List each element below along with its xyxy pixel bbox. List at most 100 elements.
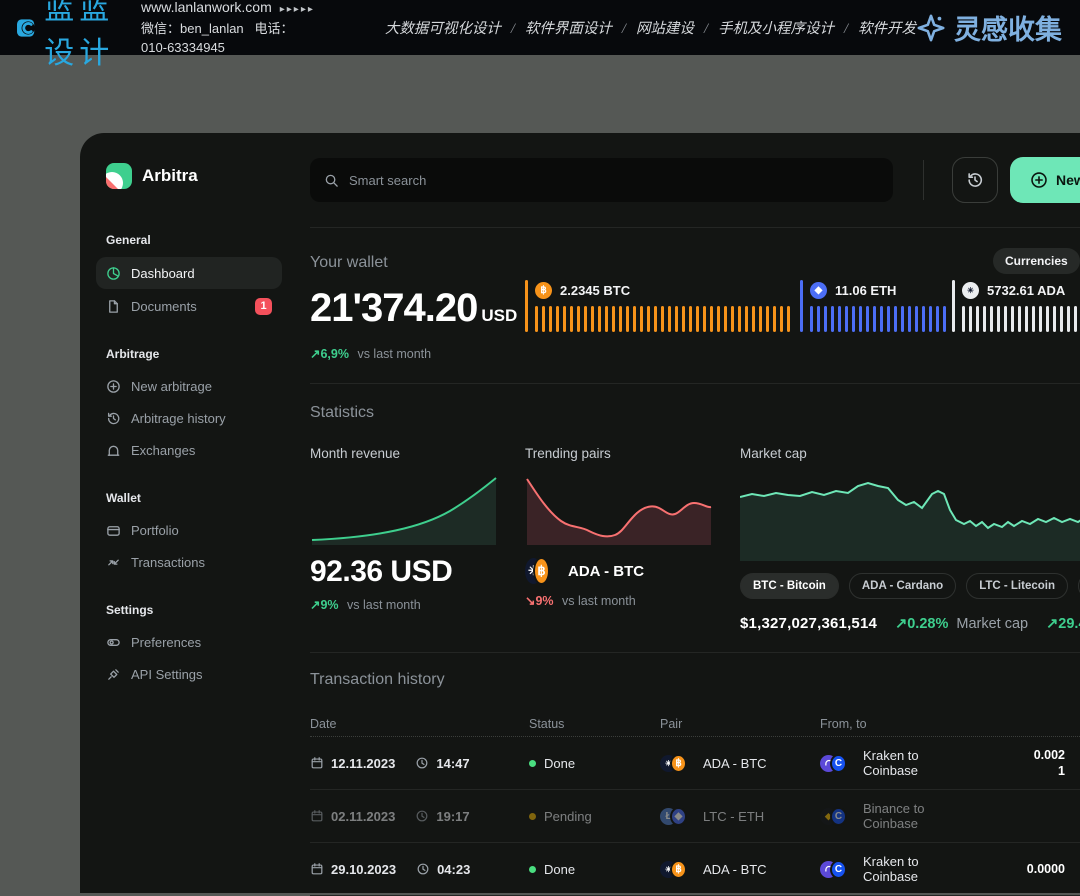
statistics-section: Statistics Month revenue 92.36 USD ↗9% v… xyxy=(310,384,1080,653)
banner-arrows: ▸▸▸▸▸ xyxy=(280,4,315,15)
transaction-history-section: Transaction history Date Status Pair Fro… xyxy=(310,653,1080,896)
sidebar-item-new-arbitrage[interactable]: New arbitrage xyxy=(96,371,282,401)
pill-ada-cardano[interactable]: ADA - Cardano xyxy=(849,573,956,599)
toggle-icon xyxy=(106,635,121,650)
banner-url[interactable]: www.lanlanwork.com xyxy=(141,0,272,15)
calendar-icon xyxy=(310,756,324,770)
history-button[interactable] xyxy=(952,157,998,203)
coinbase-icon: C xyxy=(830,807,847,826)
eth-allocation-bars xyxy=(810,306,952,332)
topbar: New arbitrage xyxy=(310,157,1080,203)
sidebar-item-api-settings[interactable]: API Settings xyxy=(96,659,282,689)
balance-currency: USD xyxy=(481,306,517,325)
holding-label: 2.2345 BTC xyxy=(560,283,630,298)
wallet-view-toggle: Currencies Exchanges xyxy=(993,248,1080,274)
pill-btc-bitcoin[interactable]: BTC - Bitcoin xyxy=(740,573,839,599)
arbitra-dashboard-window: Arbitra General Dashboard Documents 1 Ar… xyxy=(80,133,1080,893)
banner-contact: www.lanlanwork.com▸▸▸▸▸ 微信：ben_lanlan 电话… xyxy=(141,0,315,57)
plus-circle-icon xyxy=(106,379,121,394)
search-input[interactable] xyxy=(349,173,879,188)
sidebar-item-label: New arbitrage xyxy=(131,379,212,394)
wallet-icon xyxy=(106,523,121,538)
col-status: Status xyxy=(529,717,660,731)
tx-date: 29.10.2023 04:23 xyxy=(310,862,529,877)
pie-chart-icon xyxy=(106,266,121,281)
search-box[interactable] xyxy=(310,158,893,202)
trending-pair-label: ADA - BTC xyxy=(568,563,644,580)
table-header: Date Status Pair From, to xyxy=(310,711,1080,737)
holding-eth[interactable]: ◆11.06 ETH xyxy=(800,280,952,361)
inspiration-label: 灵感收集 xyxy=(954,8,1062,47)
tx-route: C Kraken to Coinbase xyxy=(820,748,970,778)
app-logo[interactable]: Arbitra xyxy=(106,163,272,189)
month-revenue-chart xyxy=(310,475,497,545)
plus-circle-icon xyxy=(1030,171,1048,189)
section-divider xyxy=(310,383,1080,384)
clock-rewind-icon xyxy=(106,411,121,426)
swap-arrows-icon xyxy=(106,555,121,570)
ethereum-icon: ◆ xyxy=(810,282,827,299)
sidebar-item-label: Documents xyxy=(131,299,197,314)
sidebar-item-documents[interactable]: Documents 1 xyxy=(96,291,282,321)
coinbase-icon: C xyxy=(830,754,847,773)
wallet-title: Your wallet xyxy=(310,254,1080,272)
inspiration-link[interactable]: 灵感收集 xyxy=(916,8,1062,47)
sidebar-item-label: API Settings xyxy=(131,667,203,682)
table-row[interactable]: 29.10.2023 04:23 Done ✳ ฿ ADA - BTC C Kr… xyxy=(310,843,1080,896)
wallet-change: ↗6,9% vs last month xyxy=(310,346,525,361)
statistics-title: Statistics xyxy=(310,404,1080,422)
month-revenue-card: Month revenue 92.36 USD ↗9% vs last mont… xyxy=(310,446,497,632)
search-icon xyxy=(324,173,339,188)
clock-icon xyxy=(415,809,429,823)
documents-badge: 1 xyxy=(255,298,272,315)
site-banner: 蓝蓝设计 www.lanlanwork.com▸▸▸▸▸ 微信：ben_lanl… xyxy=(0,0,1080,55)
table-row[interactable]: 12.11.2023 14:47 Done ✳ ฿ ADA - BTC C Kr… xyxy=(310,737,1080,790)
trending-pair[interactable]: ✳ ฿ ADA - BTC xyxy=(525,557,712,585)
calendar-icon xyxy=(310,862,324,876)
banner-wechat: 微信：ben_lanlan xyxy=(141,21,244,36)
trending-pairs-card: Trending pairs ✳ ฿ ADA - BTC ↘9% vs last… xyxy=(525,446,712,632)
new-arbitrage-label: New arbitrage xyxy=(1056,172,1080,188)
sidebar-section-general: General xyxy=(106,233,272,247)
clock-rewind-icon xyxy=(966,171,984,189)
sidebar-section-settings: Settings xyxy=(106,603,272,617)
page-background: Arbitra General Dashboard Documents 1 Ar… xyxy=(0,55,1080,867)
currencies-toggle[interactable]: Currencies xyxy=(993,248,1080,274)
tx-pair: ✳ ฿ ADA - BTC xyxy=(660,860,820,879)
ethereum-icon: ◆ xyxy=(670,807,687,826)
trending-change: ↘9% vs last month xyxy=(525,593,712,608)
bitcoin-icon: ฿ xyxy=(535,282,552,299)
holding-ada[interactable]: ✳5732.61 ADA xyxy=(952,280,1080,361)
table-row[interactable]: 02.11.2023 19:17 Pending Ł ◆ LTC - ETH ◆… xyxy=(310,790,1080,843)
col-from-to: From, to xyxy=(820,717,970,731)
arbitra-logo-icon xyxy=(106,163,132,189)
new-arbitrage-button[interactable]: New arbitrage xyxy=(1010,157,1080,203)
tx-amount: 0.002 1 xyxy=(970,747,1065,779)
col-date: Date xyxy=(310,717,529,731)
pill-ltc-litecoin[interactable]: LTC - Litecoin xyxy=(966,573,1068,599)
tx-amount: 0.0000 xyxy=(970,861,1065,877)
banner-services: 大数据可视化设计/软件界面设计/网站建设/手机及小程序设计/软件开发 xyxy=(385,17,916,38)
sidebar-item-dashboard[interactable]: Dashboard xyxy=(96,257,282,289)
btc-allocation-bars xyxy=(535,306,800,332)
sidebar-item-arbitrage-history[interactable]: Arbitrage history xyxy=(96,403,282,433)
clock-icon xyxy=(416,862,430,876)
tx-date: 12.11.2023 14:47 xyxy=(310,756,529,771)
tx-route: C Kraken to Coinbase xyxy=(820,854,970,884)
sidebar-item-label: Portfolio xyxy=(131,523,179,538)
wallet-section: Your wallet Currencies Exchanges 21'374.… xyxy=(310,228,1080,384)
main-content: New arbitrage Your wallet Currencies Exc… xyxy=(290,133,1080,893)
wallet-change-value: ↗6,9% xyxy=(310,347,349,361)
clock-icon xyxy=(415,756,429,770)
sidebar-item-exchanges[interactable]: Exchanges xyxy=(96,435,282,465)
sidebar-item-preferences[interactable]: Preferences xyxy=(96,627,282,657)
plug-icon xyxy=(106,667,121,682)
tx-status: Done xyxy=(529,862,660,877)
app-name: Arbitra xyxy=(142,166,198,186)
wallet-holdings: ฿ 2.2345 BTC ◆11.06 ETH ✳5732.61 ADA xyxy=(525,280,1080,361)
tx-status: Done xyxy=(529,756,660,771)
sidebar-item-portfolio[interactable]: Portfolio xyxy=(96,515,282,545)
sidebar-item-transactions[interactable]: Transactions xyxy=(96,547,282,577)
holding-btc[interactable]: ฿ 2.2345 BTC xyxy=(525,280,800,361)
calendar-icon xyxy=(310,809,324,823)
